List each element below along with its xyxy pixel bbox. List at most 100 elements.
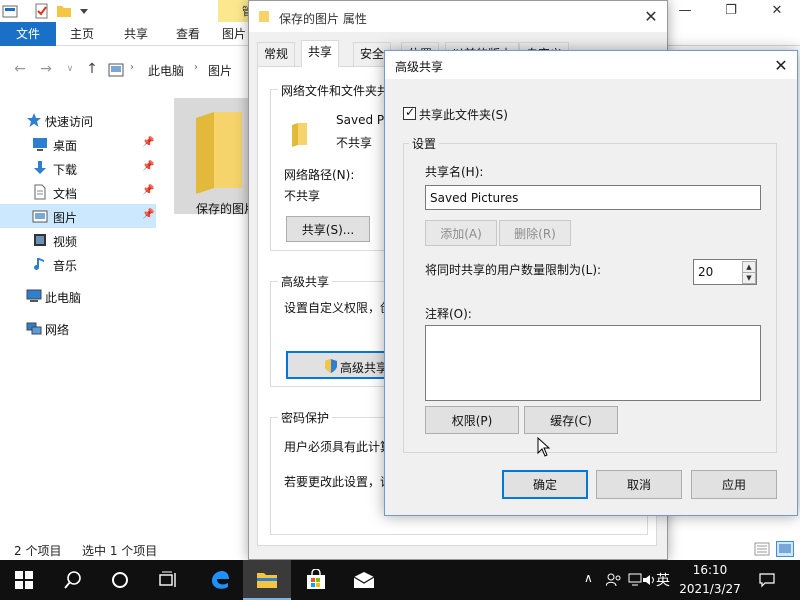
cancel-button[interactable]: 取消 [596, 470, 682, 499]
edge-button[interactable] [196, 560, 244, 600]
sidebar-item-downloads[interactable]: 下载 📌 [0, 156, 156, 180]
ok-button[interactable]: 确定 [502, 470, 588, 499]
cortana-button[interactable] [96, 560, 144, 600]
share-name-input[interactable] [425, 185, 761, 210]
maximize-icon[interactable]: ❐ [708, 0, 754, 22]
task-view-icon [159, 571, 176, 587]
pin-icon[interactable]: 📌 [142, 185, 154, 196]
caching-button[interactable]: 缓存(C) [524, 406, 618, 434]
details-view-icon[interactable] [754, 542, 770, 556]
file-explorer-button[interactable] [243, 560, 291, 600]
breadcrumb-this-pc[interactable]: 此电脑 [148, 62, 184, 79]
cortana-icon [112, 572, 128, 588]
sidebar-item-network[interactable]: 网络 [0, 316, 156, 340]
store-bag-icon [307, 569, 325, 589]
add-share-button[interactable]: 添加(A) [425, 220, 497, 246]
mouse-cursor-icon [537, 437, 551, 457]
sidebar-item-desktop[interactable]: 桌面 📌 [0, 132, 156, 156]
notification-center-icon[interactable] [759, 572, 775, 588]
search-button[interactable] [48, 560, 96, 600]
star-icon [27, 113, 41, 127]
sidebar-item-pictures[interactable]: 图片 📌 [0, 204, 156, 228]
navigation-pane: 快速访问 桌面 📌 下载 📌 文档 📌 图片 📌 视频 音乐 此电脑 网络 [0, 104, 158, 364]
large-icons-view-icon[interactable] [776, 541, 794, 557]
advanced-sharing-titlebar: 高级共享 ✕ [385, 51, 797, 79]
folder-item-saved-pictures[interactable]: 保存的图片 [174, 98, 256, 216]
close-icon[interactable]: ✕ [771, 56, 791, 76]
properties-check-icon[interactable] [34, 3, 50, 19]
start-button[interactable] [0, 560, 48, 600]
computer-icon [26, 289, 42, 302]
properties-titlebar: 保存的图片 属性 ✕ [249, 1, 667, 32]
forward-arrow-icon[interactable]: → [38, 61, 54, 77]
comment-label: 注释(O): [425, 307, 472, 321]
pictures-icon [32, 210, 48, 223]
share-name-label: 共享名(H): [425, 165, 484, 179]
download-icon [34, 161, 46, 174]
pin-icon[interactable]: 📌 [142, 209, 154, 220]
remove-share-button[interactable]: 删除(R) [499, 220, 571, 246]
address-bar[interactable]: › 此电脑 › 图片 [104, 58, 254, 82]
breadcrumb-separator-icon: › [130, 62, 134, 73]
people-icon[interactable] [606, 573, 622, 587]
tab-general[interactable]: 常规 [257, 42, 296, 66]
new-folder-icon[interactable] [56, 3, 72, 19]
taskbar: ∧ 英 16:10 2021/3/27 [0, 560, 800, 600]
dialog-title: 保存的图片 属性 [279, 12, 367, 26]
search-icon [64, 571, 81, 589]
tab-sharing[interactable]: 共享 [301, 40, 340, 67]
recent-dropdown-icon[interactable]: ∨ [62, 61, 78, 77]
sidebar-item-videos[interactable]: 视频 [0, 228, 156, 252]
file-list: 保存的图片 [170, 96, 256, 226]
tab-view[interactable]: 查看 [168, 22, 208, 46]
input-method-indicator[interactable]: 英 [656, 570, 670, 590]
show-hidden-icons-icon[interactable]: ∧ [584, 571, 593, 585]
sidebar-item-this-pc[interactable]: 此电脑 [0, 284, 156, 308]
tab-picture-tools[interactable]: 图片 [222, 22, 250, 46]
share-folder-checkbox-label[interactable]: 共享此文件夹(S) [419, 106, 508, 123]
tab-share[interactable]: 共享 [116, 22, 156, 46]
sidebar-item-label: 快速访问 [45, 115, 94, 129]
sidebar-item-label: 桌面 [53, 139, 78, 153]
clock-date[interactable]: 2021/3/27 [670, 582, 750, 596]
permissions-button[interactable]: 权限(P) [425, 406, 519, 434]
task-view-button[interactable] [144, 560, 192, 600]
sidebar-item-label: 下载 [53, 163, 78, 177]
network-path-value: 不共享 [284, 189, 321, 203]
folder-icon [196, 112, 242, 194]
desktop-icon [33, 138, 47, 151]
mail-icon [353, 572, 375, 588]
tab-home[interactable]: 主页 [62, 22, 102, 46]
windows-logo-icon [15, 571, 33, 589]
close-window-icon[interactable]: ✕ [754, 0, 800, 22]
tab-file[interactable]: 文件 [0, 22, 56, 46]
dialog-title: 高级共享 [395, 60, 444, 74]
apply-button[interactable]: 应用 [691, 470, 777, 499]
up-arrow-icon[interactable]: ↑ [84, 61, 100, 77]
pin-icon[interactable]: 📌 [142, 161, 154, 172]
music-icon [34, 258, 44, 270]
advanced-sharing-dialog: 高级共享 ✕ ✓ 共享此文件夹(S) 设置 共享名(H): 添加(A) 删除(R… [384, 50, 798, 516]
spin-down-icon[interactable]: ▼ [742, 272, 756, 284]
sidebar-item-music[interactable]: 音乐 [0, 252, 156, 276]
share-button[interactable]: 共享(S)... [286, 216, 370, 242]
share-state: 不共享 [336, 136, 373, 150]
breadcrumb-pictures[interactable]: 图片 [208, 62, 232, 79]
sidebar-item-label: 音乐 [53, 259, 78, 273]
comment-textarea[interactable] [425, 325, 761, 401]
sidebar-item-documents[interactable]: 文档 📌 [0, 180, 156, 204]
clock-time[interactable]: 16:10 [670, 563, 750, 577]
mail-button[interactable] [340, 560, 388, 600]
ribbon-context-tab[interactable]: 管 [218, 0, 250, 22]
share-folder-checkbox[interactable]: ✓ [403, 105, 416, 120]
store-button[interactable] [292, 560, 340, 600]
back-arrow-icon[interactable]: ← [12, 61, 28, 77]
close-icon[interactable]: ✕ [641, 7, 661, 27]
minimize-icon[interactable]: — [662, 0, 708, 22]
pin-icon[interactable]: 📌 [142, 137, 154, 148]
explorer-app-icon[interactable] [2, 3, 18, 19]
sidebar-item-label: 此电脑 [45, 291, 82, 305]
quick-access-dropdown-icon[interactable] [76, 3, 92, 19]
sidebar-item-label: 图片 [53, 211, 78, 225]
sidebar-item-quick-access[interactable]: 快速访问 [0, 108, 156, 132]
